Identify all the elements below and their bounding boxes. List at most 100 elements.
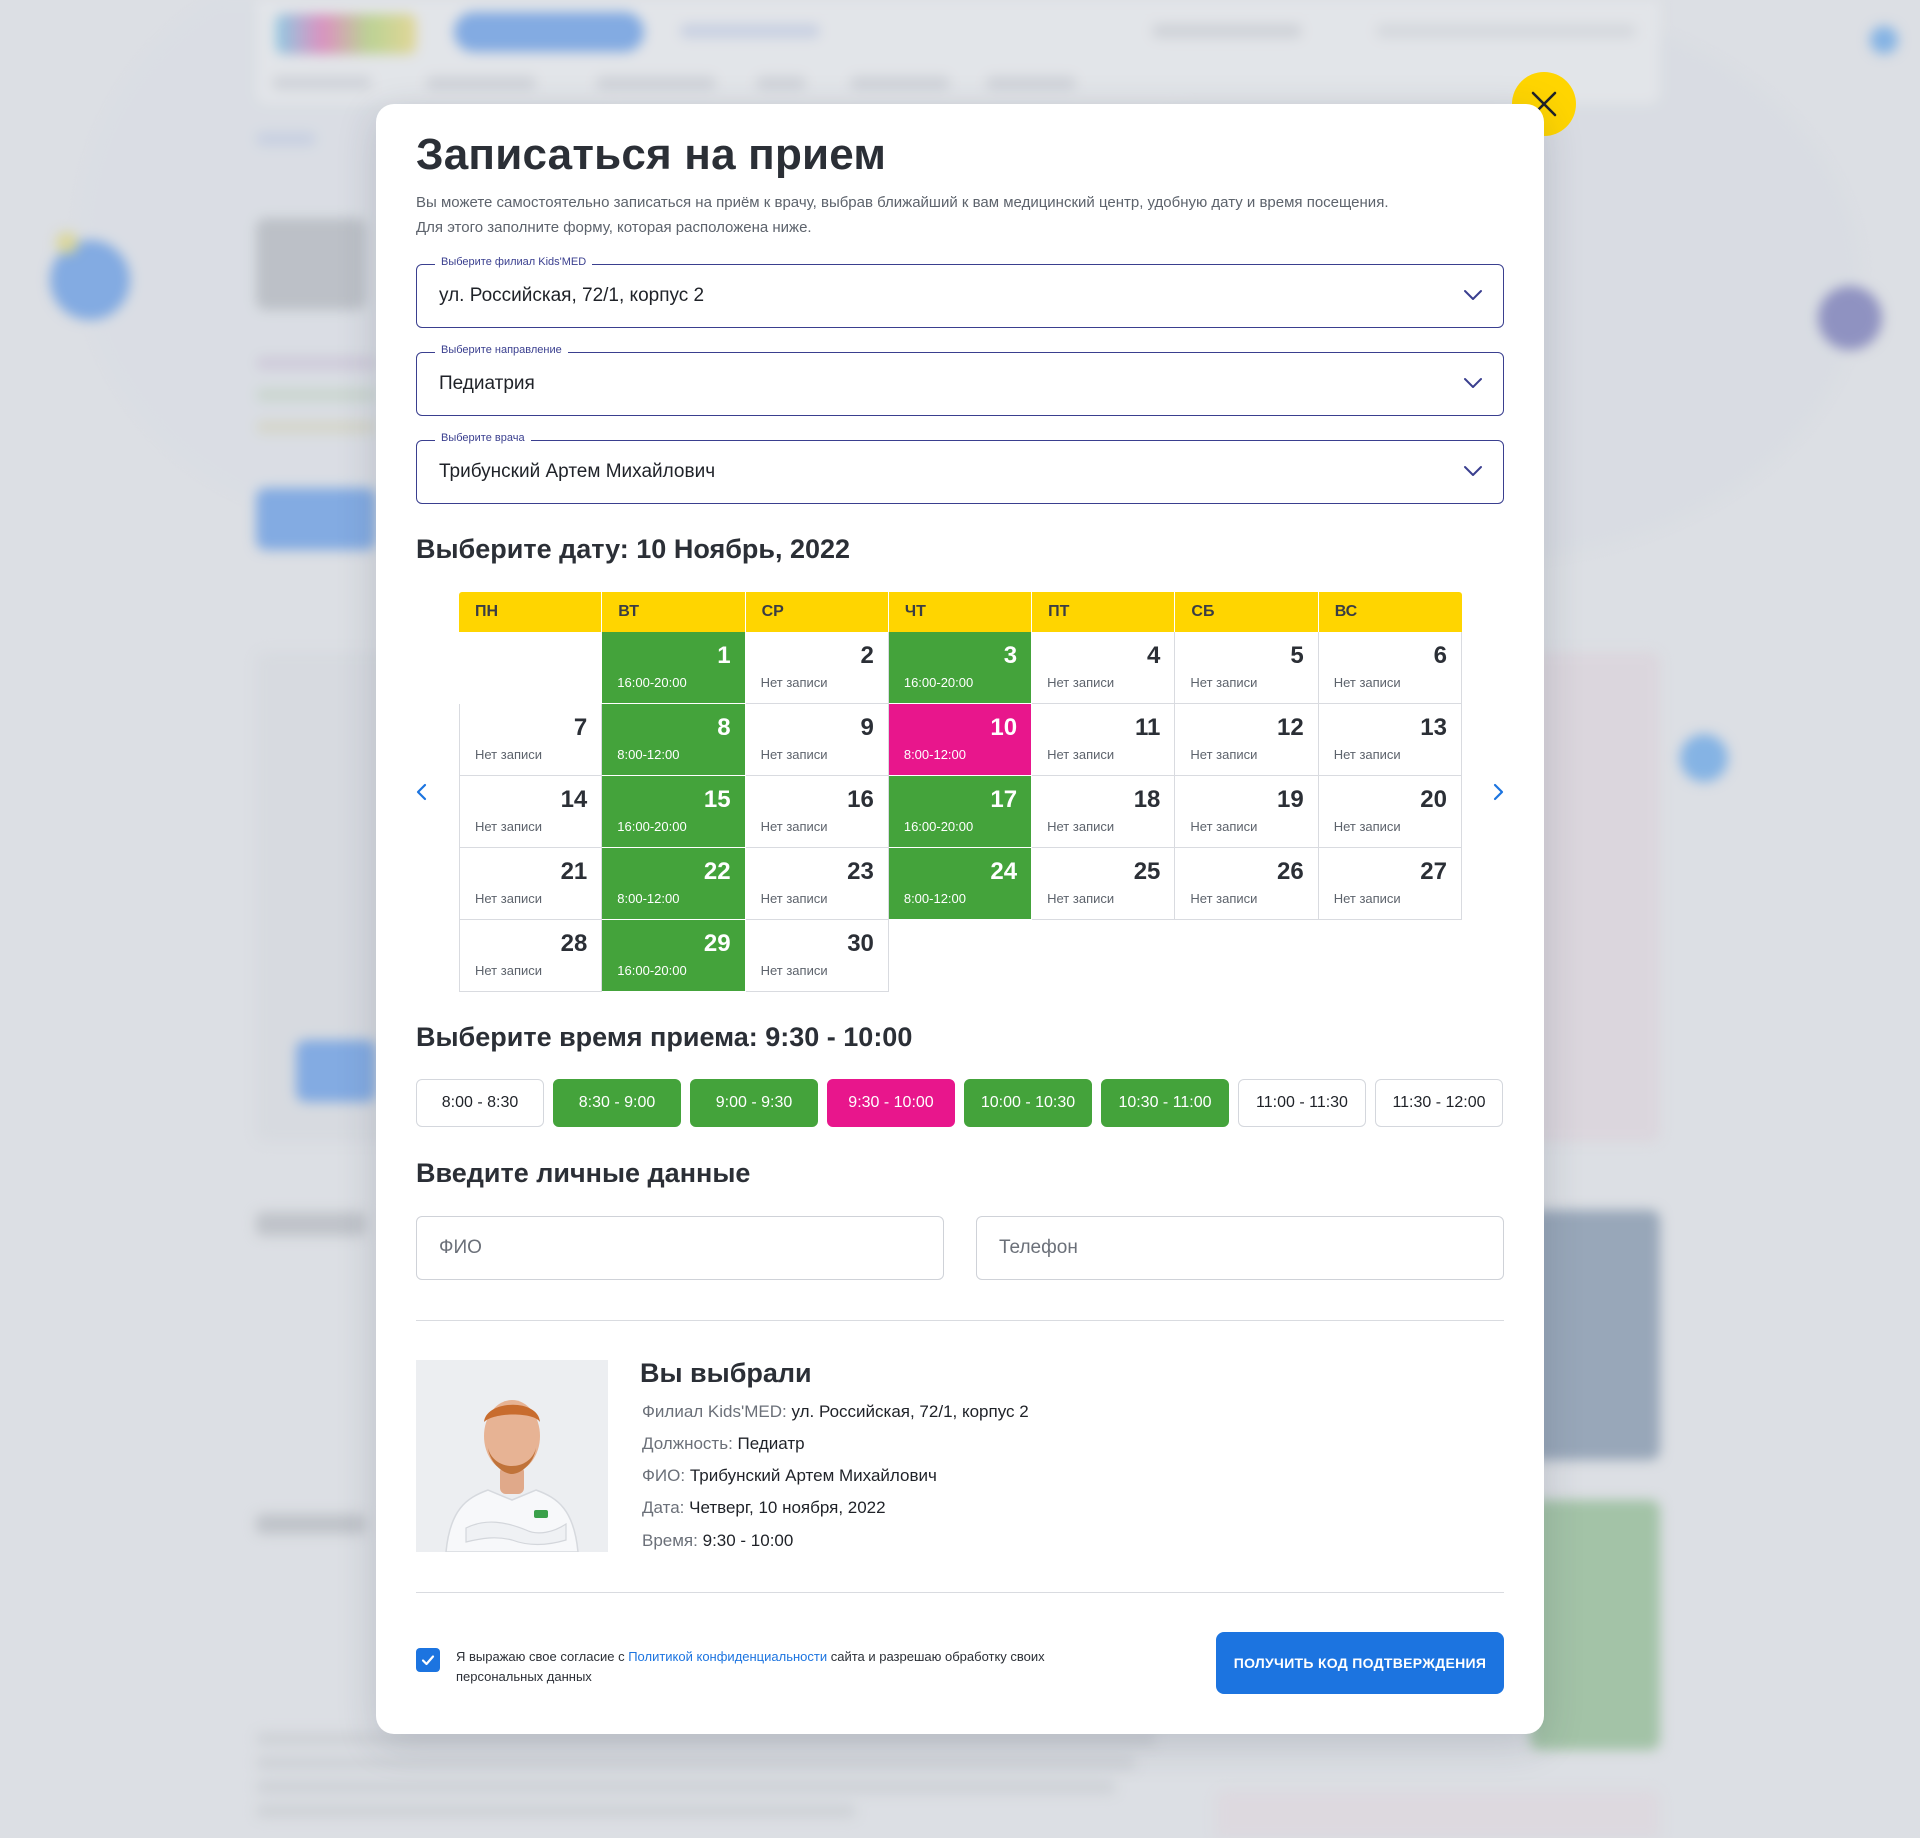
time-slot[interactable]: 10:30 - 11:00 bbox=[1101, 1079, 1229, 1127]
calendar-day: 21 Нет записи bbox=[459, 848, 603, 920]
calendar-day-hours: Нет записи bbox=[760, 675, 828, 690]
calendar-week-row: 7 Нет записи 8 8:00-12:00 9 Нет записи 10 8:00-… bbox=[459, 704, 1462, 776]
calendar-day: 2 Нет записи bbox=[745, 632, 889, 704]
chevron-down-icon bbox=[1464, 378, 1482, 388]
calendar-day-number: 15 bbox=[703, 786, 731, 813]
doctor-select[interactable]: Выберите врача Трибунский Артем Михайлов… bbox=[416, 432, 1504, 504]
calendar-next-button[interactable] bbox=[1486, 780, 1510, 804]
calendar-day-number: 14 bbox=[560, 786, 588, 813]
time-slot[interactable]: 10:00 - 10:30 bbox=[964, 1079, 1092, 1127]
calendar-day-hours: 16:00-20:00 bbox=[617, 675, 687, 690]
calendar-day-selected[interactable]: 10 8:00-12:00 bbox=[888, 704, 1033, 776]
summary-line-value: 9:30 - 10:00 bbox=[702, 1531, 794, 1550]
calendar-day-hours: Нет записи bbox=[1047, 675, 1115, 690]
calendar-day-hours: Нет записи bbox=[1190, 819, 1258, 834]
doctor-photo-illustration bbox=[416, 1360, 608, 1552]
chevron-down-icon bbox=[1464, 290, 1482, 300]
calendar-day-hours: Нет записи bbox=[475, 819, 543, 834]
calendar-weekday-header: ПН ВТ СР ЧТ ПТ СБ ВС bbox=[459, 592, 1462, 632]
summary-line: Филиал Kids'MED: ул. Российская, 72/1, к… bbox=[642, 1402, 1029, 1422]
summary-line: Должность: Педиатр bbox=[642, 1434, 805, 1454]
time-slot-selected[interactable]: 9:30 - 10:00 bbox=[827, 1079, 955, 1127]
summary-line: Время: 9:30 - 10:00 bbox=[642, 1531, 793, 1551]
calendar-day[interactable]: 15 16:00-20:00 bbox=[602, 776, 746, 848]
calendar-day-number: 13 bbox=[1420, 714, 1447, 741]
branch-select-value: ул. Российская, 72/1, корпус 2 bbox=[439, 285, 705, 306]
calendar-day: 12 Нет записи bbox=[1175, 704, 1319, 776]
calendar-day: 14 Нет записи bbox=[459, 776, 603, 848]
calendar-day-hours: Нет записи bbox=[475, 963, 543, 978]
consent-checkbox[interactable] bbox=[416, 1648, 440, 1672]
privacy-policy-link[interactable]: Политикой конфиденциальности bbox=[628, 1649, 827, 1664]
calendar-day: 26 Нет записи bbox=[1175, 848, 1319, 920]
calendar: ПН ВТ СР ЧТ ПТ СБ ВС 1 16:00-20:00 2 Нет записи 3 1… bbox=[459, 592, 1462, 992]
name-input[interactable] bbox=[416, 1216, 944, 1280]
get-confirmation-code-button[interactable]: ПОЛУЧИТЬ КОД ПОДТВЕРЖДЕНИЯ bbox=[1216, 1632, 1504, 1694]
calendar-day[interactable]: 24 8:00-12:00 bbox=[888, 848, 1033, 920]
summary-line-value: ул. Российская, 72/1, корпус 2 bbox=[791, 1402, 1029, 1421]
calendar-day-hours: Нет записи bbox=[475, 891, 543, 906]
doctor-photo bbox=[416, 1360, 608, 1552]
calendar-day: 9 Нет записи bbox=[745, 704, 889, 776]
branch-select[interactable]: Выберите филиал Kids'MED ул. Российская,… bbox=[416, 256, 1504, 328]
calendar-day: 13 Нет записи bbox=[1318, 704, 1462, 776]
weekday-header-cell: ПН bbox=[459, 592, 603, 632]
calendar-day-number: 10 bbox=[990, 714, 1018, 741]
summary-line-value: Четверг, 10 ноября, 2022 bbox=[689, 1498, 886, 1517]
time-slot[interactable]: 11:00 - 11:30 bbox=[1238, 1079, 1366, 1127]
calendar-day: 5 Нет записи bbox=[1175, 632, 1319, 704]
calendar-day-hours: 16:00-20:00 bbox=[903, 819, 974, 834]
calendar-day[interactable]: 3 16:00-20:00 bbox=[888, 632, 1033, 704]
weekday-header-cell: ЧТ bbox=[888, 592, 1033, 632]
calendar-day-hours: 16:00-20:00 bbox=[617, 819, 687, 834]
calendar-day: 23 Нет записи bbox=[745, 848, 889, 920]
calendar-day-number: 24 bbox=[990, 858, 1018, 885]
modal-description-line: Для этого заполните форму, которая распо… bbox=[416, 219, 812, 236]
phone-input[interactable] bbox=[976, 1216, 1504, 1280]
calendar-day[interactable]: 29 16:00-20:00 bbox=[602, 920, 746, 992]
calendar-day-hours: Нет записи bbox=[760, 963, 828, 978]
time-slot[interactable]: 8:30 - 9:00 bbox=[553, 1079, 681, 1127]
summary-line: Дата: Четверг, 10 ноября, 2022 bbox=[642, 1498, 886, 1518]
calendar-day: 20 Нет записи bbox=[1318, 776, 1462, 848]
weekday-header-cell: СР bbox=[745, 592, 889, 632]
calendar-day: 19 Нет записи bbox=[1175, 776, 1319, 848]
calendar-day-number: 23 bbox=[847, 858, 874, 885]
summary-line-label: Время: bbox=[642, 1531, 698, 1550]
calendar-day-number: 2 bbox=[860, 642, 874, 669]
summary-line-label: Филиал Kids'MED: bbox=[642, 1402, 787, 1421]
time-section-title: Выберите время приема: 9:30 - 10:00 bbox=[416, 1022, 913, 1052]
calendar-empty-cell bbox=[459, 632, 602, 704]
calendar-day-hours: Нет записи bbox=[1333, 819, 1401, 834]
modal-title: Записаться на прием bbox=[416, 130, 887, 179]
calendar-day-number: 4 bbox=[1147, 642, 1161, 669]
calendar-day[interactable]: 17 16:00-20:00 bbox=[888, 776, 1033, 848]
calendar-day: 4 Нет записи bbox=[1032, 632, 1176, 704]
modal-description-line: Вы можете самостоятельно записаться на п… bbox=[416, 194, 1389, 211]
calendar-day-number: 20 bbox=[1420, 786, 1447, 813]
calendar-week-row: 14 Нет записи 15 16:00-20:00 16 Нет записи 17 1… bbox=[459, 776, 1462, 848]
doctor-select-label: Выберите врача bbox=[435, 432, 531, 444]
calendar-day: 30 Нет записи bbox=[745, 920, 889, 992]
time-slot[interactable]: 8:00 - 8:30 bbox=[416, 1079, 544, 1127]
direction-select[interactable]: Выберите направление Педиатрия bbox=[416, 344, 1504, 416]
chevron-down-icon bbox=[1464, 466, 1482, 476]
time-slot[interactable]: 11:30 - 12:00 bbox=[1375, 1079, 1503, 1127]
doctor-select-value: Трибунский Артем Михайлович bbox=[439, 461, 716, 482]
calendar-day-number: 3 bbox=[1003, 642, 1018, 669]
calendar-day-hours: Нет записи bbox=[1047, 819, 1115, 834]
calendar-day[interactable]: 8 8:00-12:00 bbox=[602, 704, 746, 776]
weekday-header-cell: СБ bbox=[1175, 592, 1319, 632]
summary-line-label: Дата: bbox=[642, 1498, 685, 1517]
summary-line-label: ФИО: bbox=[642, 1466, 686, 1485]
calendar-day[interactable]: 22 8:00-12:00 bbox=[602, 848, 746, 920]
calendar-prev-button[interactable] bbox=[410, 780, 434, 804]
time-slot[interactable]: 9:00 - 9:30 bbox=[690, 1079, 818, 1127]
calendar-day-number: 16 bbox=[847, 786, 874, 813]
time-slots: 8:00 - 8:30 8:30 - 9:00 9:00 - 9:30 9:30 - … bbox=[416, 1079, 1504, 1127]
calendar-day[interactable]: 1 16:00-20:00 bbox=[602, 632, 746, 704]
calendar-day: 25 Нет записи bbox=[1032, 848, 1176, 920]
calendar-body: 1 16:00-20:00 2 Нет записи 3 16:00-20:00 4 Нет … bbox=[459, 632, 1462, 992]
weekday-header-cell: ВТ bbox=[602, 592, 746, 632]
weekday-header-cell: ВС bbox=[1318, 592, 1462, 632]
